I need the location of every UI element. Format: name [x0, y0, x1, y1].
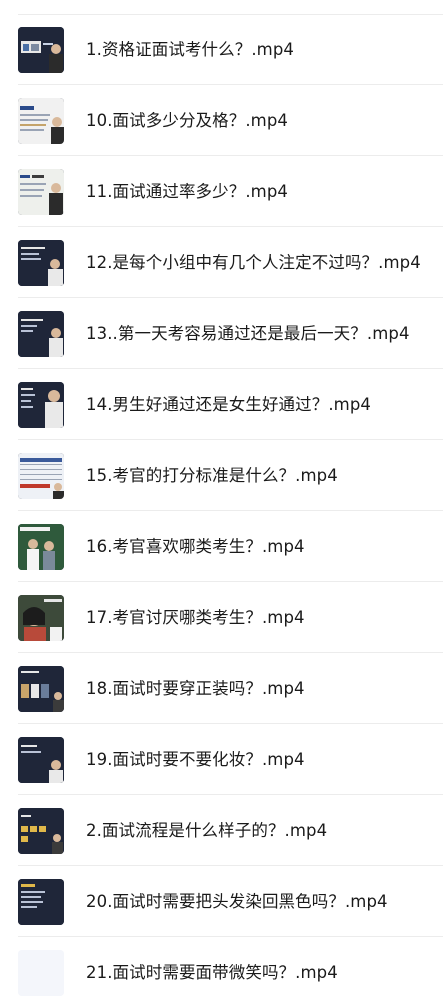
list-item[interactable]: 21.面试时需要面带微笑吗？.mp4 [0, 937, 443, 1008]
list-item[interactable]: 12.是每个小组中有几个人注定不过吗？.mp4 [0, 227, 443, 298]
file-name: 2.面试流程是什么样子的？.mp4 [86, 821, 328, 840]
video-thumbnail-icon [18, 240, 64, 286]
list-item[interactable]: 20.面试时需要把头发染回黑色吗？.mp4 [0, 866, 443, 937]
video-thumbnail-icon [18, 595, 64, 641]
file-name: 1.资格证面试考什么？.mp4 [86, 40, 295, 59]
video-thumbnail-icon [18, 453, 64, 499]
video-thumbnail-icon [18, 98, 64, 144]
video-thumbnail-icon [18, 27, 64, 73]
video-thumbnail-icon [18, 524, 64, 570]
video-thumbnail-icon [18, 382, 64, 428]
video-thumbnail-icon [18, 737, 64, 783]
video-thumbnail-icon [18, 879, 64, 925]
file-name: 20.面试时需要把头发染回黑色吗？.mp4 [86, 892, 388, 911]
file-name: 16.考官喜欢哪类考生？.mp4 [86, 537, 305, 556]
file-name: 15.考官的打分标准是什么？.mp4 [86, 466, 338, 485]
list-item[interactable]: 19.面试时要不要化妆？.mp4 [0, 724, 443, 795]
file-name: 14.男生好通过还是女生好通过？.mp4 [86, 395, 372, 414]
file-name: 17.考官讨厌哪类考生？.mp4 [86, 608, 305, 627]
list-item[interactable]: 16.考官喜欢哪类考生？.mp4 [0, 511, 443, 582]
video-thumbnail-icon [18, 169, 64, 215]
list-item[interactable]: 1.资格证面试考什么？.mp4 [0, 14, 443, 85]
file-name: 21.面试时需要面带微笑吗？.mp4 [86, 963, 338, 982]
video-thumbnail-icon [18, 666, 64, 712]
video-thumbnail-icon [18, 311, 64, 357]
video-thumbnail-icon [18, 808, 64, 854]
list-item[interactable]: 15.考官的打分标准是什么？.mp4 [0, 440, 443, 511]
file-name: 10.面试多少分及格？.mp4 [86, 111, 289, 130]
list-item[interactable]: 10.面试多少分及格？.mp4 [0, 85, 443, 156]
list-item[interactable]: 18.面试时要穿正装吗？.mp4 [0, 653, 443, 724]
file-name: 19.面试时要不要化妆？.mp4 [86, 750, 305, 769]
list-item[interactable]: 14.男生好通过还是女生好通过？.mp4 [0, 369, 443, 440]
video-thumbnail-placeholder-icon [18, 950, 64, 996]
file-name: 13..第一天考容易通过还是最后一天？.mp4 [86, 324, 410, 343]
file-name: 18.面试时要穿正装吗？.mp4 [86, 679, 305, 698]
list-item[interactable]: 17.考官讨厌哪类考生？.mp4 [0, 582, 443, 653]
list-item[interactable]: 2.面试流程是什么样子的？.mp4 [0, 795, 443, 866]
list-item[interactable]: 11.面试通过率多少？.mp4 [0, 156, 443, 227]
file-name: 11.面试通过率多少？.mp4 [86, 182, 289, 201]
file-name: 12.是每个小组中有几个人注定不过吗？.mp4 [86, 253, 421, 272]
list-item[interactable]: 13..第一天考容易通过还是最后一天？.mp4 [0, 298, 443, 369]
